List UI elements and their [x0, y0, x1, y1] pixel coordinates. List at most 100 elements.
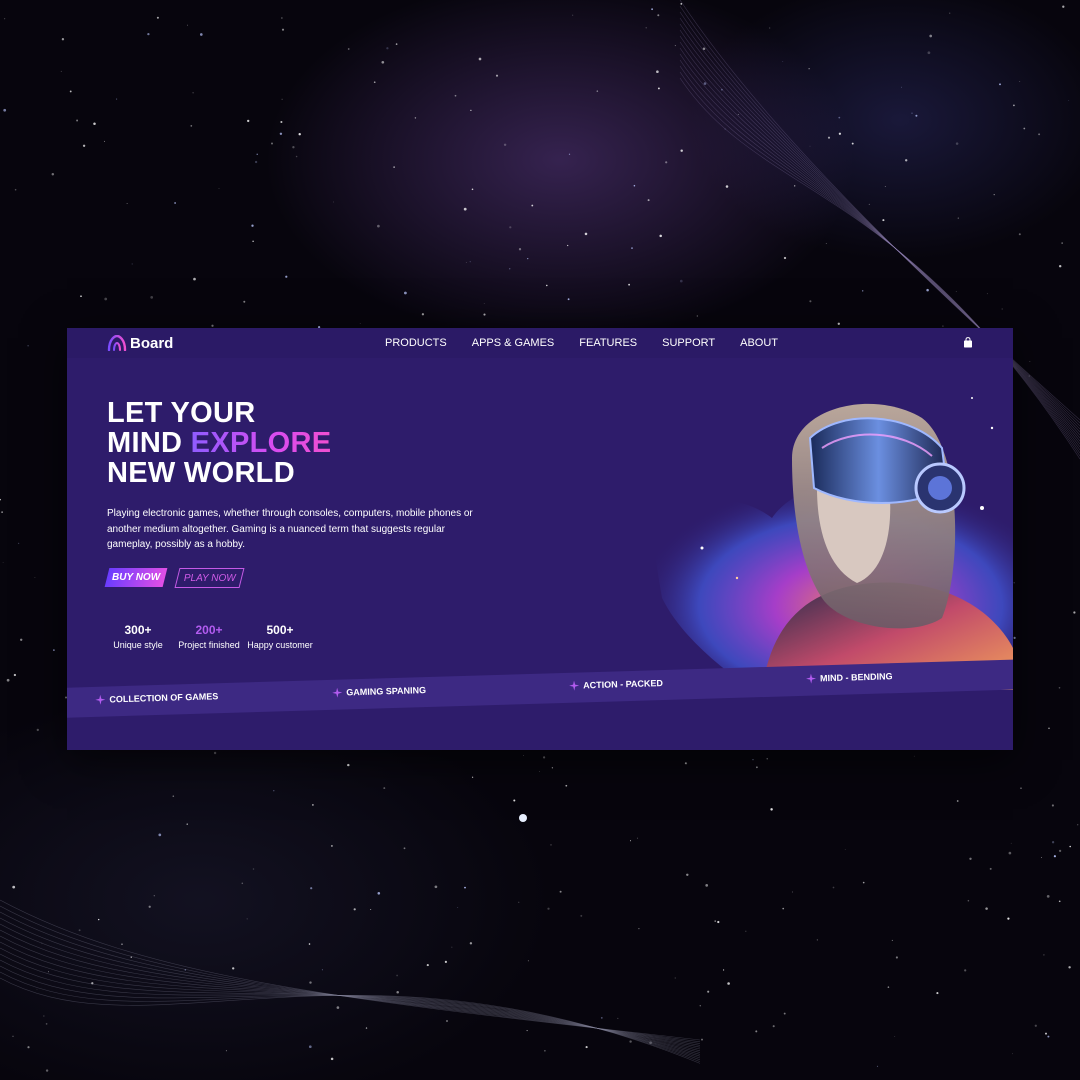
star: [285, 275, 288, 278]
nav-apps-games[interactable]: APPS & GAMES: [472, 337, 555, 349]
top-navbar: Board PRODUCTS APPS & GAMES FEATURES SUP…: [67, 328, 1013, 358]
star: [252, 868, 255, 870]
star: [969, 857, 972, 860]
star: [53, 649, 55, 651]
vr-headset-person-image: [652, 397, 1013, 690]
star: [647, 199, 650, 202]
star: [755, 1030, 758, 1033]
star: [791, 891, 793, 893]
star: [483, 303, 485, 304]
brand-logo[interactable]: Board: [107, 334, 173, 352]
star: [192, 92, 194, 94]
star: [308, 943, 311, 945]
wave-line: [0, 917, 701, 1046]
star: [69, 90, 72, 93]
star: [989, 867, 992, 870]
star: [927, 51, 931, 55]
star: [565, 784, 568, 787]
ribbon-label: ACTION - PACKED: [583, 678, 664, 691]
ribbon-label: GAMING SPANING: [346, 685, 427, 698]
star: [926, 288, 929, 292]
star: [770, 808, 773, 811]
star: [1023, 127, 1026, 130]
star: [993, 194, 995, 196]
star: [629, 1040, 632, 1043]
star: [580, 914, 583, 917]
star: [1077, 824, 1079, 826]
star: [544, 1049, 546, 1052]
star: [478, 57, 482, 61]
star: [567, 244, 569, 247]
star: [243, 300, 246, 303]
star: [1001, 308, 1003, 310]
star: [295, 155, 298, 158]
star: [895, 956, 898, 959]
star: [527, 960, 529, 962]
star: [868, 203, 870, 205]
star: [445, 1019, 449, 1023]
star: [281, 98, 283, 100]
stat-label: Project finished: [178, 640, 240, 650]
star: [2, 562, 4, 563]
star: [913, 755, 915, 757]
hero-title-line-3: NEW WORLD: [107, 457, 295, 489]
star: [1041, 857, 1042, 858]
star: [330, 844, 333, 847]
star: [584, 232, 588, 236]
star: [187, 24, 188, 26]
star: [1058, 849, 1062, 853]
star: [551, 767, 554, 769]
star: [674, 45, 676, 47]
star: [1, 511, 3, 513]
star: [684, 762, 687, 764]
star: [454, 94, 457, 97]
star: [1051, 841, 1055, 844]
star: [915, 114, 918, 117]
star: [1058, 900, 1061, 903]
star: [471, 776, 474, 778]
star: [766, 758, 768, 760]
nav-support[interactable]: SUPPORT: [662, 337, 715, 349]
star: [509, 226, 512, 229]
star: [20, 638, 23, 641]
ribbon-item: GAMING SPANING: [332, 685, 426, 698]
star: [696, 315, 698, 317]
star: [347, 48, 350, 50]
star: [633, 184, 636, 187]
star: [104, 297, 108, 301]
star: [630, 840, 631, 842]
nav-features[interactable]: FEATURES: [579, 337, 637, 349]
star: [333, 201, 334, 203]
nav-about[interactable]: ABOUT: [740, 337, 778, 349]
star: [531, 204, 534, 207]
star: [61, 38, 65, 41]
star: [225, 1050, 227, 1052]
star: [808, 68, 810, 70]
shopping-bag-icon[interactable]: [963, 337, 973, 348]
nav-products[interactable]: PRODUCTS: [385, 337, 447, 349]
main-menu: PRODUCTS APPS & GAMES FEATURES SUPPORT A…: [385, 337, 803, 349]
star: [956, 800, 959, 802]
star: [273, 790, 275, 792]
star: [723, 969, 725, 971]
star: [211, 324, 214, 327]
star: [1051, 804, 1054, 807]
star: [1008, 851, 1012, 855]
star: [1043, 954, 1045, 956]
star: [1034, 1024, 1037, 1027]
star: [495, 74, 499, 77]
star: [172, 795, 175, 797]
play-now-button[interactable]: PLAY NOW: [174, 568, 245, 588]
star: [3, 108, 7, 112]
star: [911, 112, 913, 115]
star: [539, 771, 541, 772]
star: [310, 887, 313, 890]
buy-now-button[interactable]: BUY NOW: [104, 568, 168, 587]
star: [148, 905, 151, 908]
star: [827, 136, 831, 139]
star: [1013, 636, 1016, 639]
star: [1048, 727, 1050, 730]
star: [816, 939, 819, 941]
star: [17, 542, 20, 545]
hero-title-mind: MIND: [107, 427, 191, 459]
